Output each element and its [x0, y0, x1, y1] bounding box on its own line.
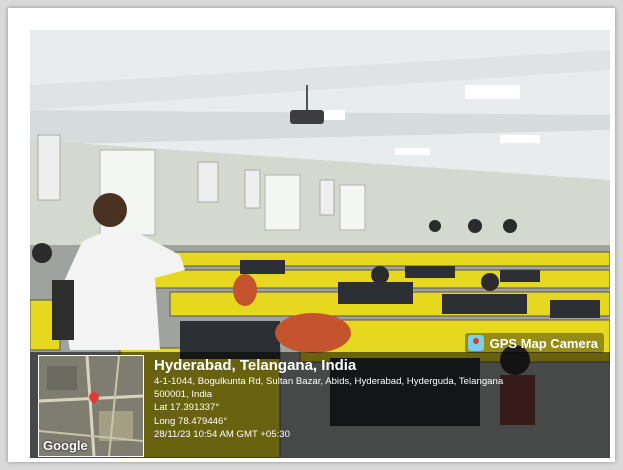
camera-pin-icon [467, 335, 484, 351]
classroom-photo: GPS Map Camera Google Hyderabad, Telanga… [30, 30, 610, 458]
location-info: Hyderabad, Telangana, India 4-1-1044, Bo… [154, 356, 604, 441]
location-title: Hyderabad, Telangana, India [154, 357, 357, 374]
address-line-1: 4-1-1044, Bogulkunta Rd, Sultan Bazar, A… [154, 376, 504, 387]
map-thumbnail: Google [38, 355, 144, 457]
photo-frame: GPS Map Camera Google Hyderabad, Telanga… [8, 8, 615, 462]
longitude: Long 78.479446° [154, 415, 228, 427]
latitude: Lat 17.391337° [154, 402, 220, 414]
gps-camera-label: GPS Map Camera [489, 335, 598, 351]
address-line-2: 500001, India [154, 389, 213, 401]
timestamp: 28/11/23 10:54 AM GMT +05:30 [154, 428, 290, 440]
gps-camera-badge: GPS Map Camera [464, 333, 604, 353]
map-provider-logo: Google [43, 438, 88, 453]
